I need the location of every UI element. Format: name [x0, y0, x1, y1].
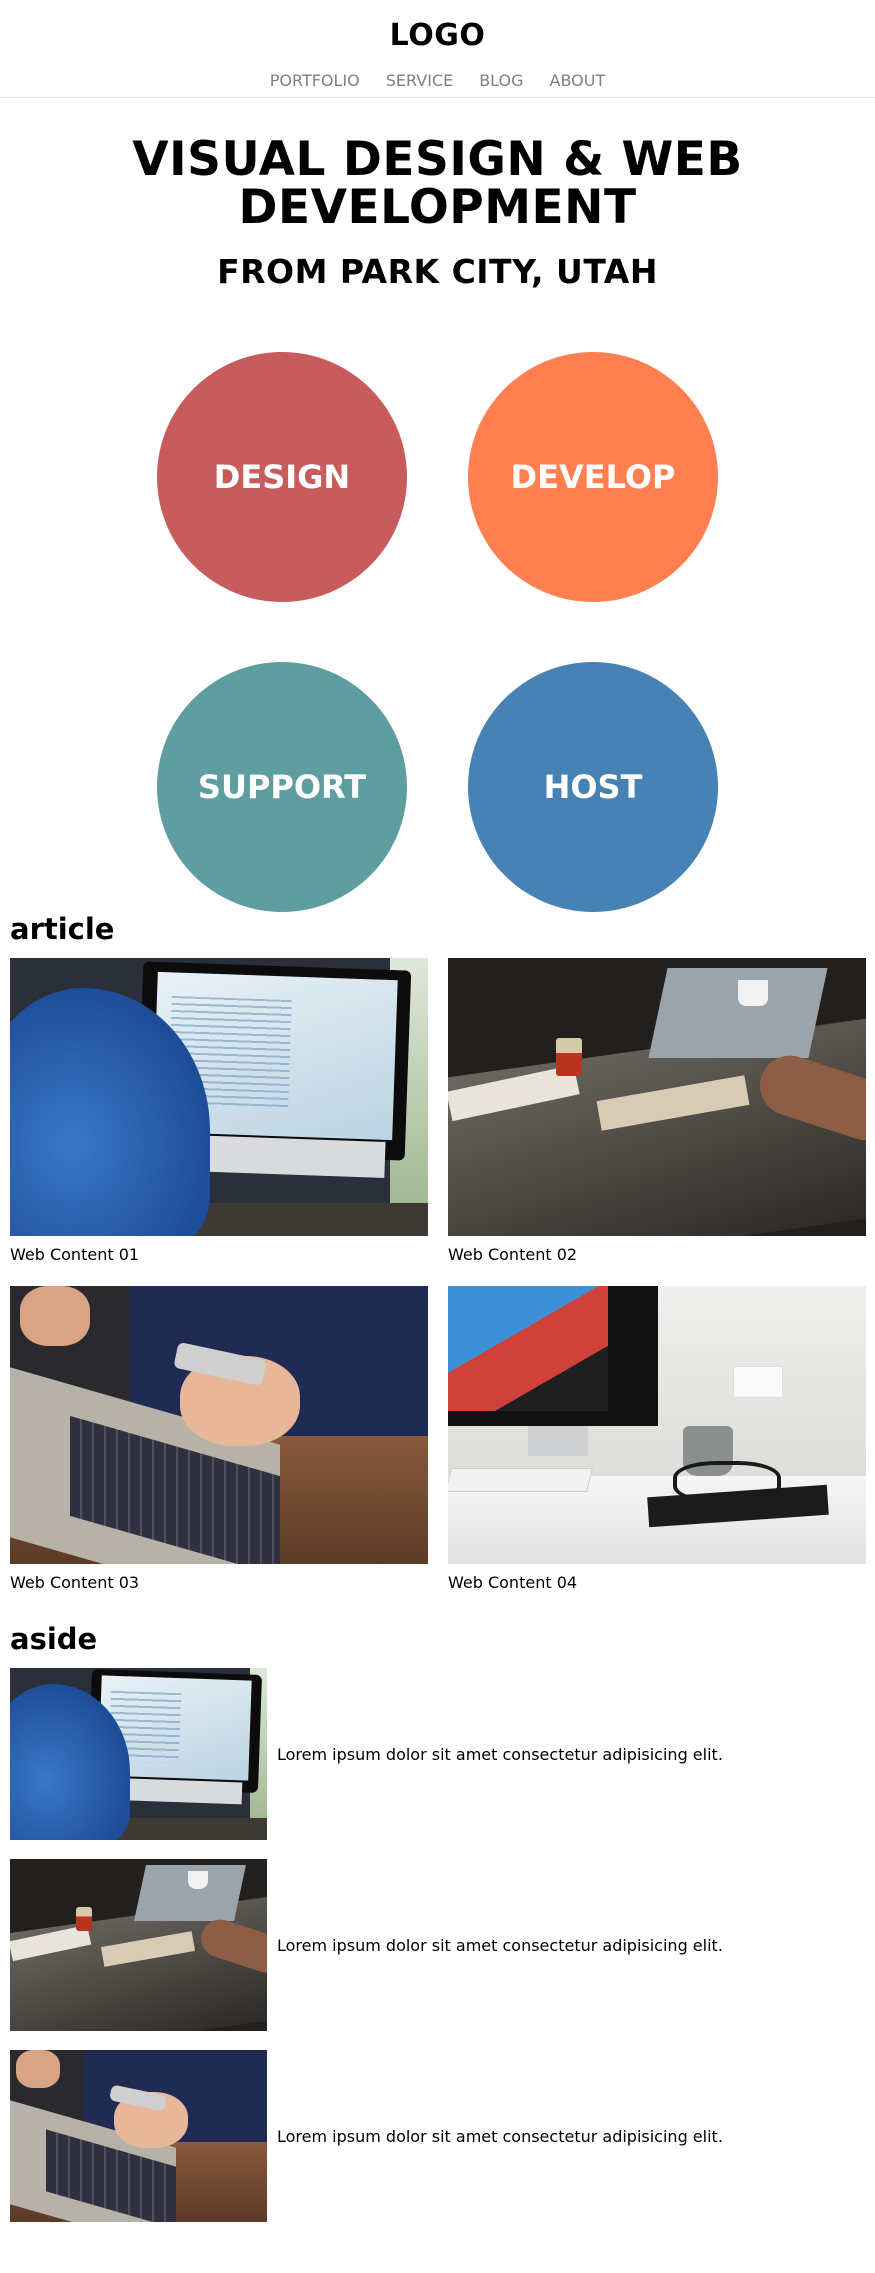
- article-caption: Web Content 01: [10, 1245, 140, 1264]
- team-meeting-thumbnail[interactable]: [10, 1859, 267, 2031]
- article-card[interactable]: Web Content 04: [448, 1286, 866, 1614]
- team-meeting-table-photo[interactable]: [448, 958, 866, 1236]
- aside-text: Lorem ipsum dolor sit amet consectetur a…: [277, 2126, 723, 2146]
- imac-workspace-photo[interactable]: [448, 1286, 866, 1564]
- aside-list: Lorem ipsum dolor sit amet consectetur a…: [0, 1668, 875, 2222]
- service-label: DESIGN: [213, 458, 351, 496]
- nav-item-service[interactable]: SERVICE: [386, 71, 453, 90]
- phone-and-laptop-photo[interactable]: [10, 1286, 428, 1564]
- aside-item[interactable]: Lorem ipsum dolor sit amet consectetur a…: [10, 1859, 875, 2031]
- article-section: article Web Content 01 Web Content 02 We…: [0, 912, 875, 1614]
- service-circle-support[interactable]: SUPPORT: [157, 662, 407, 912]
- service-label: HOST: [543, 768, 643, 806]
- article-caption: Web Content 04: [448, 1573, 578, 1592]
- aside-item[interactable]: Lorem ipsum dolor sit amet consectetur a…: [10, 1668, 875, 1840]
- aside-item[interactable]: Lorem ipsum dolor sit amet consectetur a…: [10, 2050, 875, 2222]
- article-caption: Web Content 03: [10, 1573, 140, 1592]
- main-nav: PORTFOLIO SERVICE BLOG ABOUT: [0, 71, 875, 90]
- logo[interactable]: LOGO: [0, 0, 875, 54]
- nav-item-portfolio[interactable]: PORTFOLIO: [270, 71, 360, 90]
- imac-coding-photo[interactable]: [10, 958, 428, 1236]
- site-header: LOGO PORTFOLIO SERVICE BLOG ABOUT: [0, 0, 875, 98]
- hero-title-line1: VISUAL DESIGN & WEB: [132, 132, 743, 187]
- nav-item-about[interactable]: ABOUT: [550, 71, 606, 90]
- article-card[interactable]: Web Content 03: [10, 1286, 428, 1614]
- service-circle-host[interactable]: HOST: [468, 662, 718, 912]
- imac-coding-thumbnail[interactable]: [10, 1668, 267, 1840]
- service-circle-develop[interactable]: DEVELOP: [468, 352, 718, 602]
- article-heading: article: [10, 912, 115, 946]
- nav-item-blog[interactable]: BLOG: [479, 71, 523, 90]
- aside-section: aside Lorem ipsum dolor sit amet consect…: [0, 1622, 875, 2222]
- hero-section: VISUAL DESIGN & WEB DEVELOPMENT FROM PAR…: [0, 136, 875, 290]
- aside-text: Lorem ipsum dolor sit amet consectetur a…: [277, 1744, 723, 1764]
- service-label: DEVELOP: [510, 458, 676, 496]
- services-section: DESIGN DEVELOP SUPPORT HOST: [0, 290, 875, 912]
- aside-heading: aside: [10, 1622, 98, 1656]
- phone-and-laptop-thumbnail[interactable]: [10, 2050, 267, 2222]
- hero-title-line2: DEVELOPMENT: [238, 180, 637, 235]
- aside-text: Lorem ipsum dolor sit amet consectetur a…: [277, 1935, 723, 1955]
- service-label: SUPPORT: [197, 768, 367, 806]
- hero-title: VISUAL DESIGN & WEB DEVELOPMENT: [0, 136, 875, 232]
- article-card[interactable]: Web Content 01: [10, 958, 428, 1286]
- article-card[interactable]: Web Content 02: [448, 958, 866, 1286]
- article-caption: Web Content 02: [448, 1245, 578, 1264]
- hero-subtitle: FROM PARK CITY, UTAH: [217, 252, 658, 291]
- service-circle-design[interactable]: DESIGN: [157, 352, 407, 602]
- article-grid: Web Content 01 Web Content 02 Web Conten…: [0, 958, 875, 1614]
